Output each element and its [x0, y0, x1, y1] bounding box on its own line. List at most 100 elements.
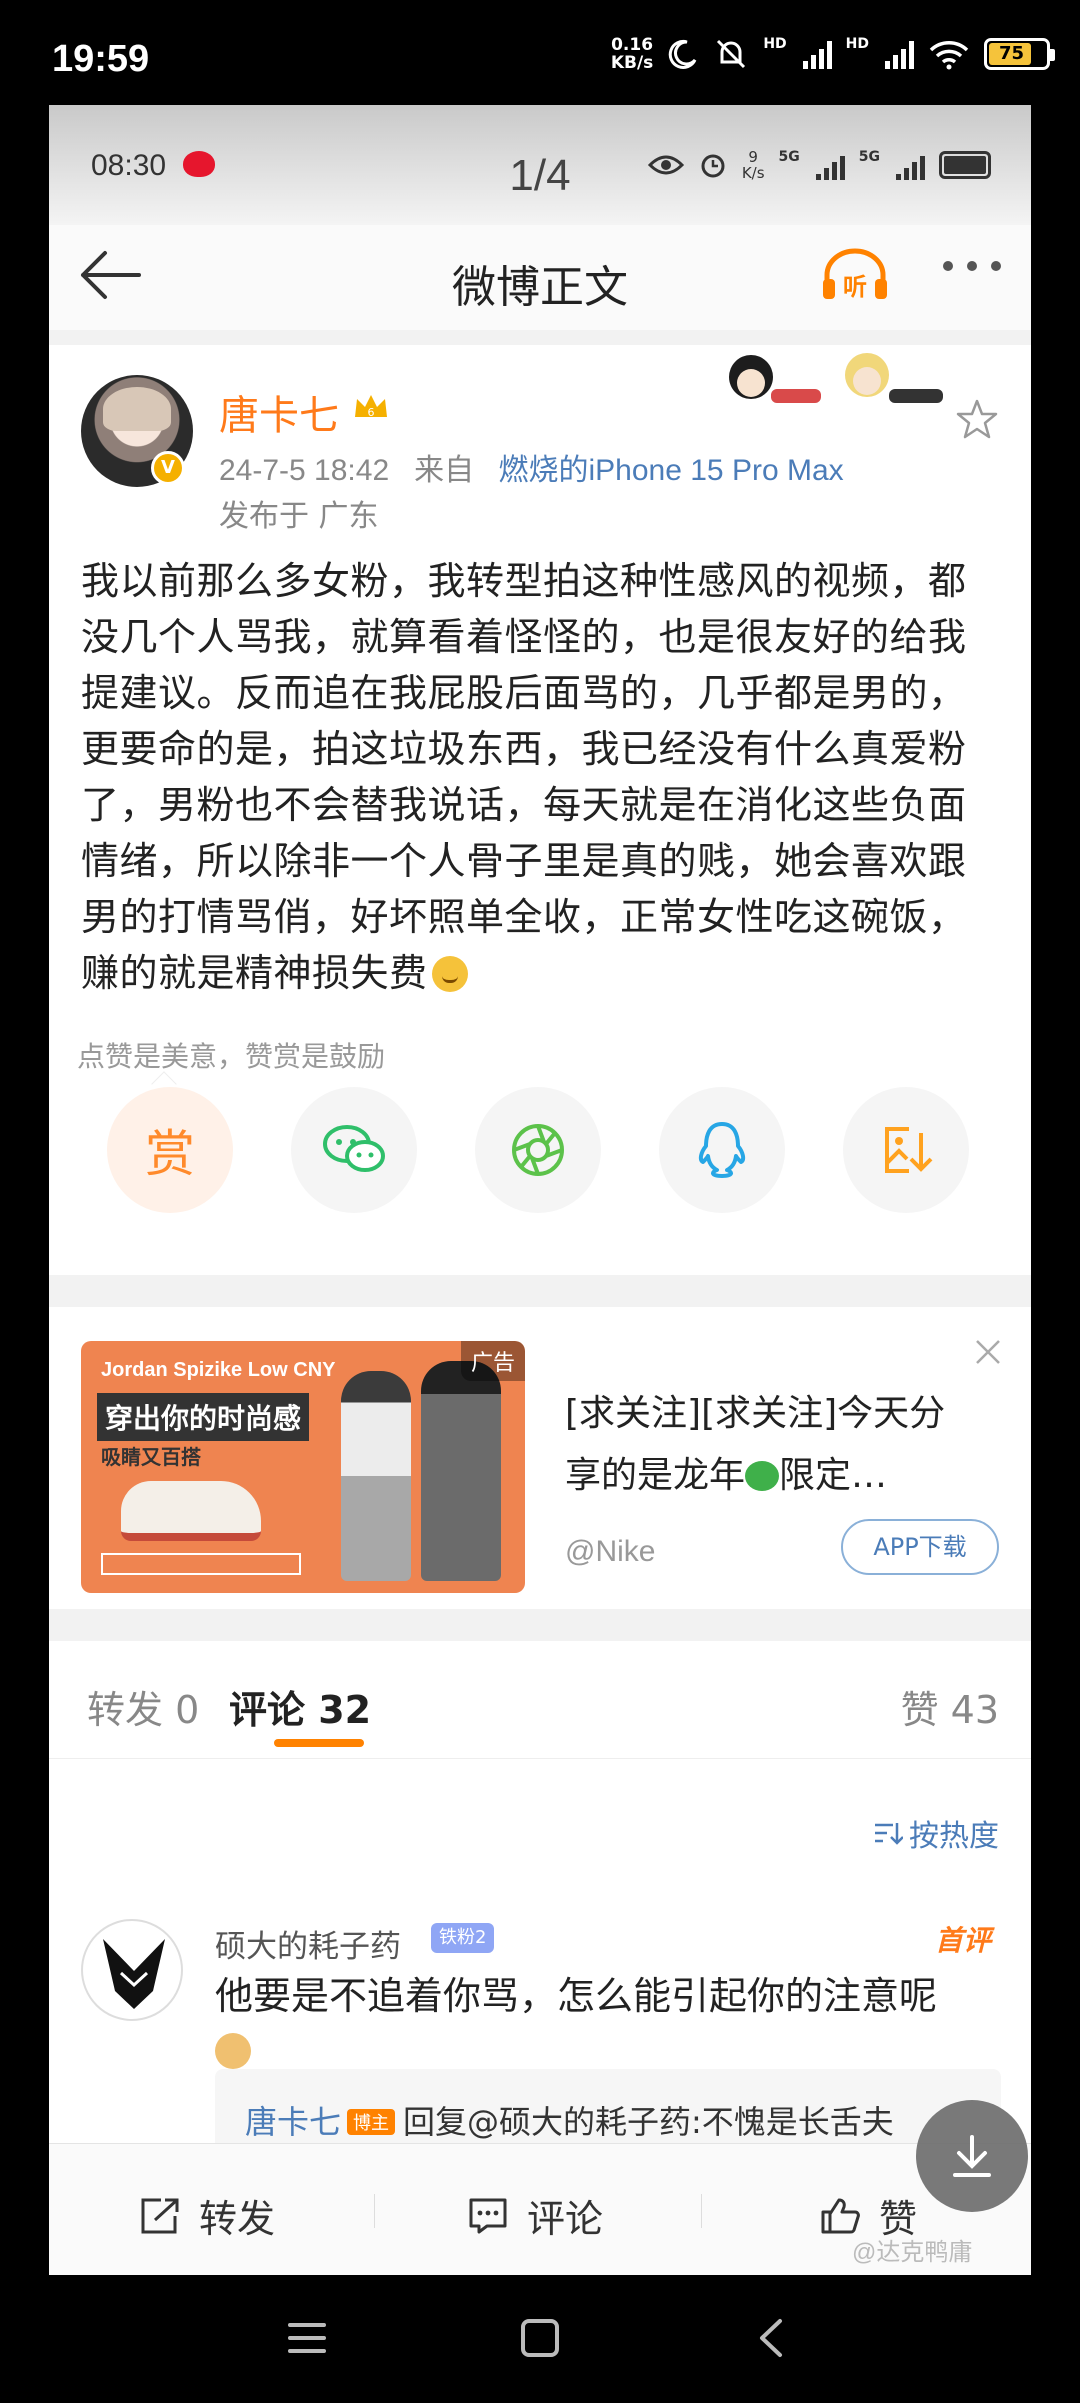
system-navigation-bar [0, 2275, 1080, 2403]
ad-image-cta-box [101, 1553, 301, 1575]
battery-icon: 75 [984, 38, 1055, 70]
post-body: 我以前那么多女粉，我转型拍这种性感风的视频，都没几个人骂我，就算看着怪怪的，也是… [81, 559, 967, 995]
close-icon[interactable] [973, 1337, 1003, 1367]
model-image [341, 1371, 411, 1581]
system-status-bar: 19:59 0.16 KB/s HD HD 75 [0, 0, 1080, 105]
wechat-icon [323, 1125, 385, 1172]
post-timestamp: 24-7-5 18:42 [219, 454, 390, 487]
tab-like[interactable]: 赞 43 [901, 1679, 999, 1734]
tab-comment[interactable]: 评论 32 [229, 1679, 371, 1734]
comment-button[interactable]: 评论 [467, 2188, 603, 2243]
ad-image[interactable]: Jordan Spizike Low CNY 穿出你的时尚感 吸睛又百搭 广告 [81, 1341, 525, 1593]
author-name[interactable]: 唐卡七 [219, 383, 339, 441]
screenshot-frame: 08:30 1/4 9 K/s 5G 5G 微博正文 听 V 唐卡七 6 24-… [49, 105, 1031, 2275]
upside-down-face-emoji-icon [431, 956, 468, 992]
weibo-post: V 唐卡七 6 24-7-5 18:42 来自 燃烧的iPhone 15 Pro… [49, 345, 1031, 1275]
thumbs-up-icon [821, 2198, 860, 2233]
post-location: 发布于 广东 [219, 499, 379, 534]
repost-icon [141, 2198, 179, 2233]
save-image-icon [885, 1127, 933, 1173]
ad-advertiser[interactable]: @Nike [565, 1535, 655, 1569]
battery-icon [939, 151, 991, 179]
battery-level: 75 [989, 43, 1031, 65]
interaction-tabs: 转发 0 评论 32 赞 43 [49, 1641, 1031, 1759]
sneaker-image [121, 1481, 261, 1541]
dragon-emoji-icon [745, 1461, 780, 1491]
back-chevron-icon[interactable] [748, 2313, 798, 2363]
model-image [421, 1361, 501, 1581]
network-speed: 0.16 KB/s [610, 35, 654, 73]
verified-badge-icon: V [151, 451, 185, 485]
moments-aperture-icon [512, 1124, 564, 1176]
sort-label: 按热度 [909, 1819, 999, 1854]
ad-label: 广告 [460, 1341, 525, 1381]
signal-icon [815, 150, 845, 180]
wifi-icon [929, 41, 969, 70]
divider [701, 2194, 702, 2228]
comment-label: 评论 [527, 2197, 604, 2241]
reward-tip: 点赞是美意，赞赏是鼓励 [77, 1040, 386, 1073]
author-badge: 博主 [347, 2109, 396, 2135]
first-comment-badge: 首评 [934, 1924, 991, 1957]
post-source-link[interactable]: 燃烧的iPhone 15 Pro Max [499, 454, 844, 487]
comment-icon [469, 2198, 507, 2233]
commenter-name[interactable]: 硕大的耗子药 [215, 1921, 401, 1966]
fan-level-badge: 铁粉2 [431, 1923, 495, 1953]
system-time: 19:59 [52, 38, 150, 80]
reply-text: 回复@硕大的耗子药:不愧是长舌夫 [403, 2103, 894, 2141]
sort-icon [875, 1823, 903, 1845]
top-nav-bar: 微博正文 听 [49, 225, 1031, 330]
mute-bell-icon [717, 39, 746, 69]
inner-network-speed: 9 K/s [741, 148, 765, 182]
home-square-icon[interactable] [515, 2313, 565, 2363]
active-tab-indicator [274, 1739, 364, 1747]
ad-image-title: Jordan Spizike Low CNY [101, 1359, 336, 1381]
signal-icon [896, 150, 925, 180]
repost-label: 转发 [199, 2197, 276, 2241]
ad-card[interactable]: Jordan Spizike Low CNY 穿出你的时尚感 吸睛又百搭 广告 … [49, 1307, 1031, 1609]
source-prefix: 来自 [414, 454, 475, 487]
ad-image-subslogan: 吸睛又百搭 [101, 1445, 201, 1469]
sort-button[interactable]: 按热度 [873, 1811, 999, 1855]
comment-list: 按热度 硕大的耗子药 铁粉2 首评 他要是不追着你骂，怎么能引起你的注意呢 唐卡… [49, 1759, 1031, 2189]
hd-label: HD [763, 36, 787, 52]
listen-headphone-icon[interactable]: 听 [819, 245, 891, 305]
network-label: 5G [778, 149, 800, 165]
signal-icon [802, 39, 832, 69]
avatar-image [103, 1939, 165, 2009]
doge-emoji-icon [215, 2033, 251, 2069]
commenter-avatar[interactable] [81, 1919, 183, 2021]
watermark: @达克鸭庸 [852, 2239, 973, 2266]
tab-repost[interactable]: 转发 0 [87, 1679, 199, 1734]
share-actions: 赏 [107, 1087, 969, 1213]
share-moments-button[interactable] [475, 1087, 601, 1213]
ad-description: [求关注][求关注]今天分享的是龙年 限定… [565, 1393, 946, 1496]
vip-crown-icon: 6 [355, 395, 387, 419]
app-download-button[interactable]: APP下载 [841, 1519, 999, 1575]
reply-author[interactable]: 唐卡七 [245, 2103, 341, 2141]
scroll-down-button[interactable] [916, 2100, 1028, 2212]
reward-button[interactable]: 赏 [107, 1087, 233, 1213]
qq-penguin-icon [698, 1122, 746, 1178]
hd-label: HD [845, 36, 869, 52]
repost-button[interactable]: 转发 [139, 2188, 275, 2243]
inner-status-icons: 9 K/s 5G 5G [647, 148, 991, 182]
share-wechat-button[interactable] [291, 1087, 417, 1213]
network-label: 5G [858, 149, 880, 165]
share-qq-button[interactable] [659, 1087, 785, 1213]
ad-image-slogan: 穿出你的时尚感 [97, 1393, 310, 1441]
svg-text:6: 6 [368, 406, 375, 419]
eye-icon [647, 155, 684, 175]
download-arrow-icon [953, 2135, 991, 2177]
moon-icon [669, 39, 697, 69]
inner-status-bar: 08:30 1/4 9 K/s 5G 5G [49, 105, 1031, 225]
menu-icon[interactable] [282, 2313, 332, 2363]
favorite-star-icon[interactable] [955, 397, 999, 441]
alarm-icon [701, 154, 725, 178]
comment-text: 他要是不追着你骂，怎么能引起你的注意呢 [215, 1969, 1015, 2077]
save-image-button[interactable] [843, 1087, 969, 1213]
more-options-icon[interactable] [943, 261, 1001, 271]
system-status-icons: 0.16 KB/s HD HD 75 [610, 35, 1055, 73]
svg-text:听: 听 [843, 273, 867, 301]
divider [374, 2194, 375, 2228]
